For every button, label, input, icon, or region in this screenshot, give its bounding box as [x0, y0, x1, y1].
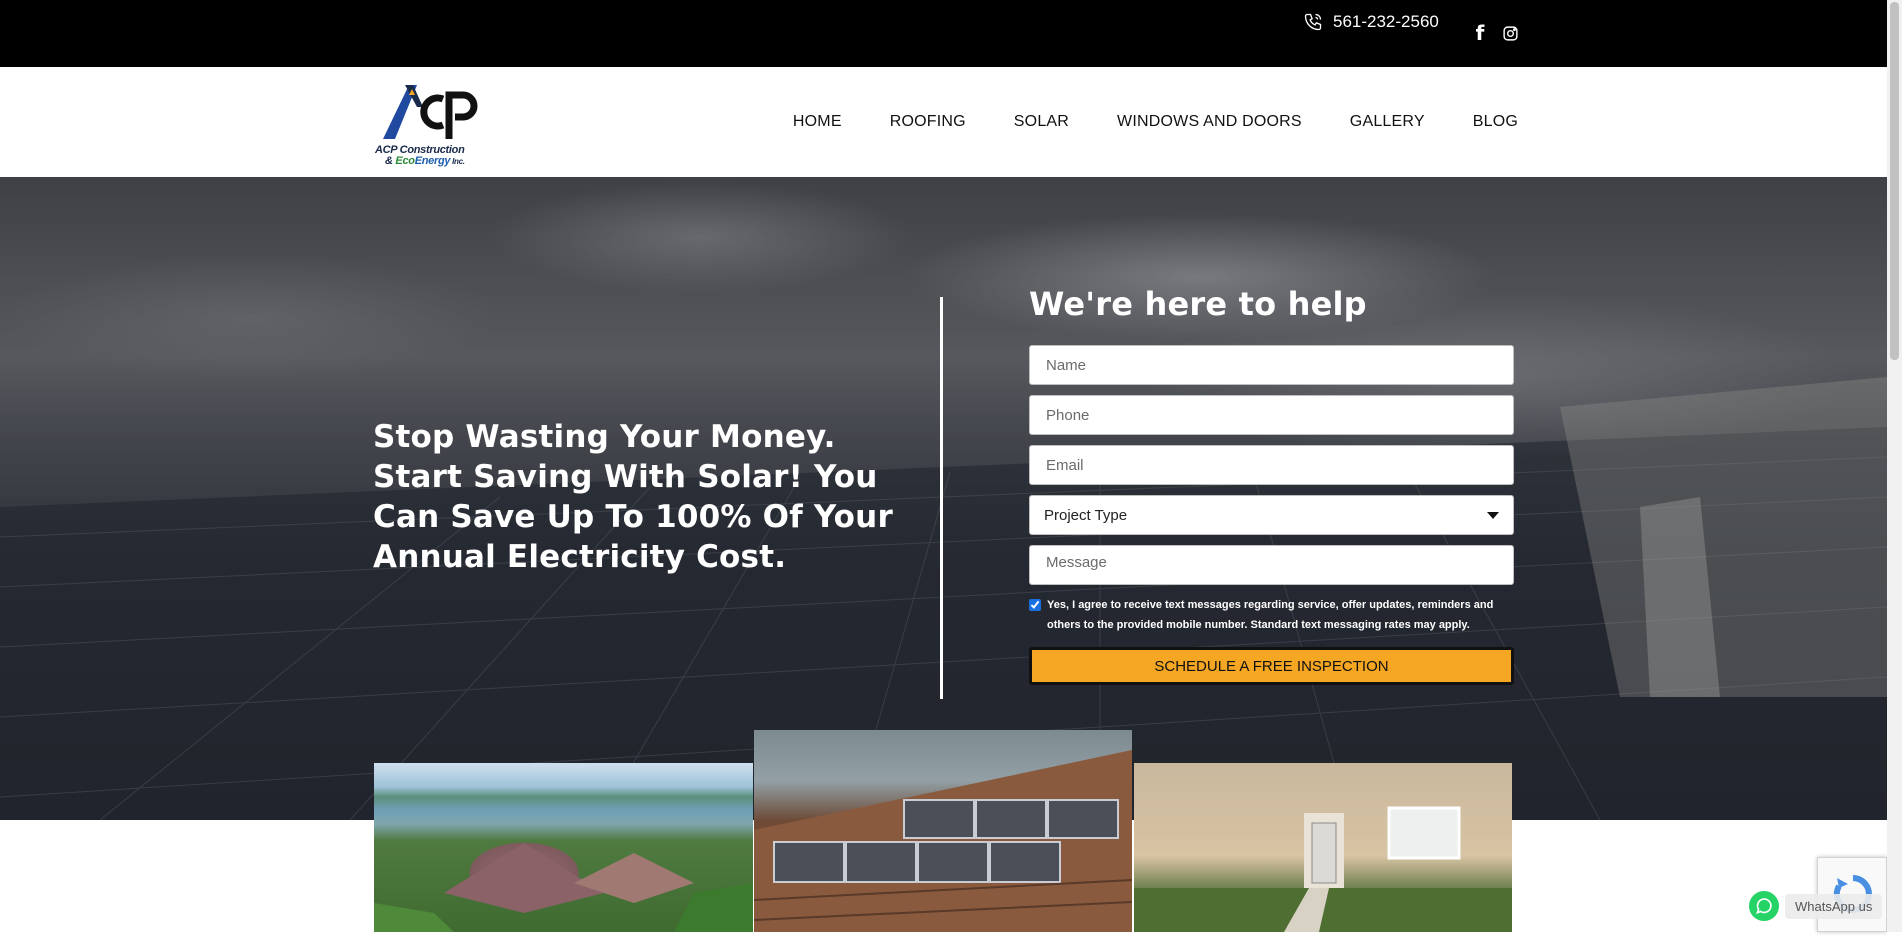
- email-input[interactable]: [1029, 445, 1514, 485]
- contact-form: We're here to help Project Type Yes, I a…: [1029, 285, 1514, 685]
- consent-row: Yes, I agree to receive text messages re…: [1029, 595, 1514, 635]
- gallery-photo-solar-roof: [754, 730, 1132, 932]
- main-nav: HOME ROOFING SOLAR WINDOWS AND DOORS GAL…: [793, 113, 1518, 131]
- top-bar: 561-232-2560 f: [0, 0, 1887, 67]
- logo-inc: Inc.: [450, 157, 465, 166]
- whatsapp-widget[interactable]: WhatsApp us: [1749, 890, 1883, 922]
- phone-number[interactable]: 561-232-2560: [1333, 12, 1439, 32]
- logo-subtext: & EcoEnergy Inc.: [385, 155, 465, 167]
- form-title: We're here to help: [1029, 285, 1367, 323]
- consent-text: Yes, I agree to receive text messages re…: [1047, 599, 1494, 631]
- phone-icon: [1304, 13, 1322, 31]
- project-type-value: Project Type: [1044, 506, 1128, 524]
- phone-contact[interactable]: 561-232-2560: [1303, 12, 1439, 32]
- nav-solar[interactable]: SOLAR: [1014, 113, 1069, 131]
- nav-blog[interactable]: BLOG: [1473, 113, 1518, 131]
- scrollbar-thumb[interactable]: [1890, 2, 1899, 360]
- hero-headline: Stop Wasting Your Money. Start Saving Wi…: [373, 419, 893, 575]
- gallery-photo-house-entrance: [1134, 763, 1512, 932]
- logo-eco: Eco: [395, 155, 415, 167]
- logo-amp: &: [385, 155, 396, 167]
- name-input[interactable]: [1029, 345, 1514, 385]
- hero-section: Stop Wasting Your Money. Start Saving Wi…: [0, 177, 1887, 820]
- nav-gallery[interactable]: GALLERY: [1350, 113, 1425, 131]
- instagram-icon[interactable]: [1500, 22, 1520, 44]
- consent-checkbox[interactable]: [1029, 599, 1041, 611]
- logo-energy: Energy: [414, 155, 451, 167]
- nav-home[interactable]: HOME: [793, 113, 842, 131]
- gallery-photo-aerial-home: [374, 763, 753, 932]
- whatsapp-icon[interactable]: [1749, 891, 1779, 921]
- message-input[interactable]: [1029, 545, 1514, 585]
- caret-down-icon: [1487, 511, 1499, 519]
- nav-windows-and-doors[interactable]: WINDOWS AND DOORS: [1117, 113, 1302, 131]
- schedule-inspection-button[interactable]: SCHEDULE A FREE INSPECTION: [1029, 647, 1514, 685]
- hero-overlay: [0, 177, 1887, 820]
- nav-roofing[interactable]: ROOFING: [890, 113, 966, 131]
- phone-input[interactable]: [1029, 395, 1514, 435]
- company-logo[interactable]: ACP Construction & EcoEnergy Inc.: [373, 77, 483, 169]
- facebook-icon[interactable]: f: [1470, 21, 1490, 45]
- whatsapp-label[interactable]: WhatsApp us: [1785, 893, 1883, 919]
- hero-divider: [940, 297, 943, 699]
- project-type-select[interactable]: Project Type: [1029, 495, 1514, 535]
- site-header: ACP Construction & EcoEnergy Inc. HOME R…: [0, 67, 1887, 177]
